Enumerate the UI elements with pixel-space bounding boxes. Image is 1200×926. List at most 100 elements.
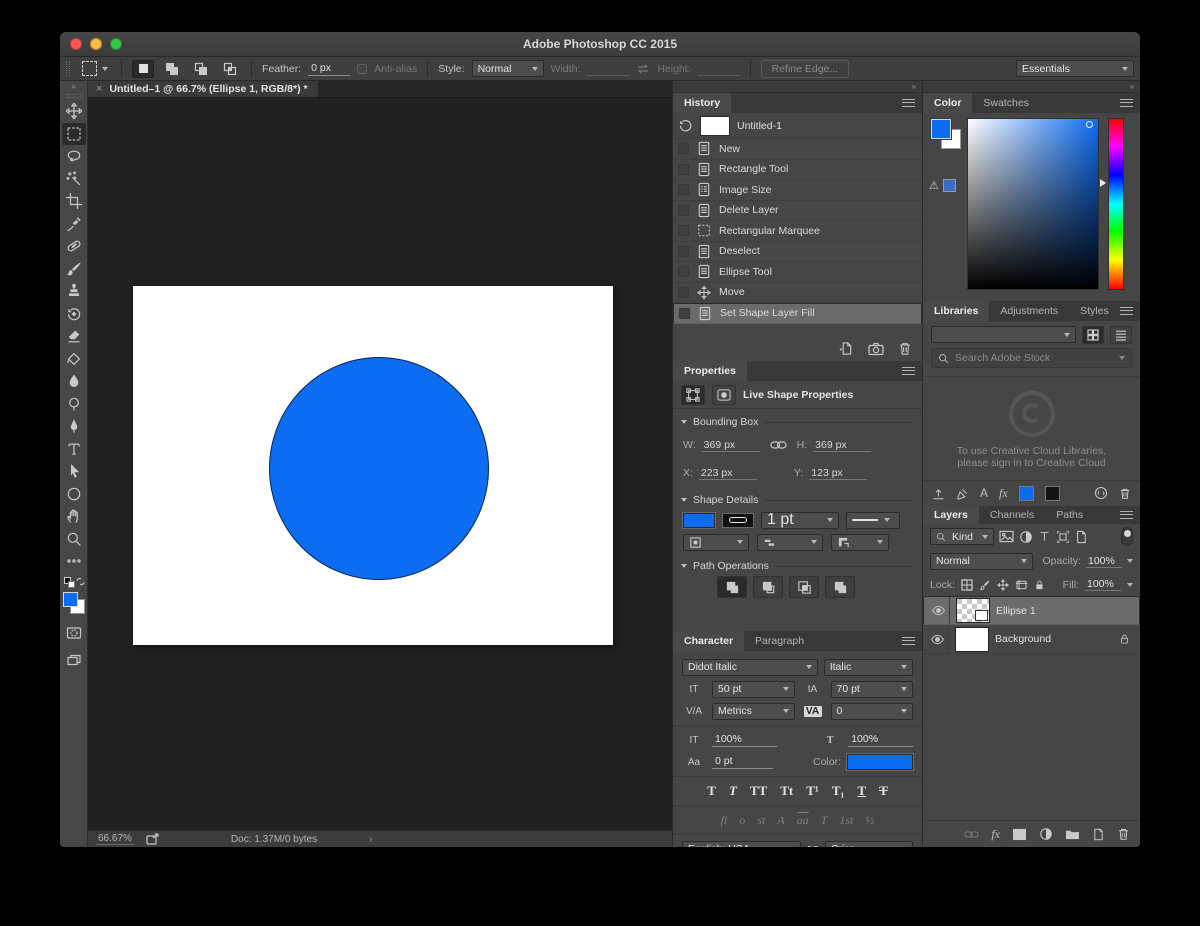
ellipse-shape-tool[interactable] <box>62 483 86 506</box>
filter-shape-layers-icon[interactable] <box>1056 530 1070 544</box>
selection-mode-new-button[interactable] <box>132 59 154 78</box>
horizontal-scale-input[interactable]: 100% <box>848 733 913 747</box>
superscript-button[interactable]: T¹ <box>806 783 819 799</box>
contextual-alternates-button[interactable]: o <box>739 813 745 828</box>
selection-mode-intersect-button[interactable] <box>219 60 241 78</box>
eraser-tool[interactable] <box>62 325 86 348</box>
path-selection-tool[interactable] <box>62 460 86 483</box>
tab-adjustments[interactable]: Adjustments <box>989 301 1069 321</box>
mask-properties-button[interactable] <box>712 384 736 405</box>
close-tab-icon[interactable]: × <box>96 83 102 95</box>
font-size-select[interactable]: 50 pt <box>712 680 795 698</box>
filter-toggle-switch[interactable] <box>1121 527 1133 546</box>
all-caps-button[interactable]: TT <box>750 783 767 799</box>
history-step[interactable]: Delete Layer <box>673 201 922 221</box>
anti-alias-select[interactable]: Crisp <box>824 840 913 847</box>
leading-select[interactable]: 70 pt <box>830 680 913 698</box>
gamut-warning[interactable]: ⚠ <box>929 179 956 192</box>
shape-details-section-header[interactable]: Shape Details <box>673 491 922 509</box>
small-caps-button[interactable]: Tt <box>780 783 793 799</box>
new-document-from-state-icon[interactable] <box>838 341 854 356</box>
combine-shapes-button[interactable] <box>717 576 747 598</box>
minimize-window-button[interactable] <box>90 38 102 50</box>
cc-sync-icon[interactable] <box>1094 486 1108 500</box>
swash-button[interactable]: A <box>777 813 784 828</box>
layer-thumbnail[interactable] <box>956 598 990 623</box>
font-style-select[interactable]: Italic <box>823 658 913 676</box>
foreground-color-swatch[interactable] <box>930 118 952 140</box>
stylistic-alternates-button[interactable]: aa <box>797 813 809 828</box>
share-icon[interactable] <box>146 833 159 845</box>
lock-transparency-icon[interactable] <box>961 578 973 591</box>
faux-italic-button[interactable]: T <box>729 783 737 799</box>
quick-mask-button[interactable] <box>62 622 86 645</box>
library-select[interactable] <box>931 326 1076 344</box>
lock-pixels-icon[interactable] <box>979 579 991 591</box>
height-value-input[interactable]: 369 px <box>813 439 872 452</box>
selection-mode-subtract-button[interactable] <box>190 60 212 78</box>
history-step[interactable]: Rectangular Marquee <box>673 221 922 242</box>
subtract-shape-button[interactable] <box>753 576 783 598</box>
filter-type-layers-icon[interactable] <box>1038 530 1051 543</box>
tab-styles[interactable]: Styles <box>1069 301 1120 321</box>
panel-menu-icon[interactable] <box>902 367 915 375</box>
ordinals-button[interactable]: 1st <box>839 813 853 828</box>
selection-mode-add-button[interactable] <box>161 60 183 78</box>
history-source-checkbox[interactable] <box>678 204 689 216</box>
baseline-shift-input[interactable]: 0 pt <box>712 755 774 769</box>
font-family-select[interactable]: Didot Italic <box>682 658 818 676</box>
vertical-scale-input[interactable]: 100% <box>712 733 777 747</box>
history-source-checkbox[interactable] <box>678 143 689 155</box>
faux-bold-button[interactable]: T <box>707 783 716 799</box>
link-layers-icon[interactable] <box>964 830 979 839</box>
canvas[interactable] <box>133 286 613 645</box>
anti-alias-checkbox[interactable] <box>357 63 368 74</box>
width-value-input[interactable]: 369 px <box>701 439 760 452</box>
add-adjustment-icon[interactable] <box>1039 827 1053 841</box>
x-value-input[interactable]: 223 px <box>698 467 757 480</box>
history-step[interactable]: Rectangle Tool <box>673 160 922 180</box>
link-dimensions-icon[interactable] <box>770 440 787 450</box>
hue-slider-marker[interactable] <box>1100 179 1106 187</box>
visibility-cell[interactable] <box>928 597 950 624</box>
zoom-level-input[interactable]: 66.67% <box>96 833 134 845</box>
edit-toolbar-button[interactable] <box>62 550 86 573</box>
gradient-tool[interactable] <box>62 348 86 371</box>
dodge-tool[interactable] <box>62 393 86 416</box>
layer-row-ellipse[interactable]: Ellipse 1 <box>923 596 1140 625</box>
panel-menu-icon[interactable] <box>902 637 915 645</box>
history-step[interactable]: New <box>673 139 922 160</box>
history-snapshot-row[interactable]: Untitled-1 <box>673 113 922 139</box>
history-brush-tool[interactable] <box>62 303 86 326</box>
canvas-pasteboard[interactable] <box>88 98 672 830</box>
trash-icon[interactable] <box>898 341 912 356</box>
quick-selection-tool[interactable] <box>62 168 86 191</box>
add-stroke-color-swatch[interactable] <box>1044 485 1060 501</box>
tab-properties[interactable]: Properties <box>673 361 747 381</box>
color-saturation-field[interactable] <box>967 118 1099 290</box>
add-layer-style-icon[interactable]: fx <box>999 486 1008 501</box>
history-source-checkbox[interactable] <box>678 225 689 237</box>
lasso-tool[interactable] <box>62 145 86 168</box>
stroke-caps-select[interactable] <box>757 533 823 551</box>
shape-fill-swatch[interactable] <box>682 511 716 529</box>
move-tool[interactable] <box>62 100 86 123</box>
zoom-window-button[interactable] <box>110 38 122 50</box>
history-step-selected[interactable]: Set Shape Layer Fill <box>673 303 922 324</box>
swap-dimensions-icon[interactable] <box>636 63 650 75</box>
tab-color[interactable]: Color <box>923 93 973 113</box>
exclude-shapes-button[interactable] <box>825 576 855 598</box>
blend-mode-select[interactable]: Normal <box>930 552 1034 570</box>
default-swap-colors[interactable] <box>63 576 85 589</box>
language-select[interactable]: English: USA <box>682 840 801 847</box>
camera-icon[interactable] <box>868 342 884 356</box>
doc-size-status[interactable]: Doc: 1.37M/0 bytes <box>231 834 317 845</box>
history-step[interactable]: Ellipse Tool <box>673 262 922 283</box>
collapse-dock-button[interactable]: » <box>673 81 922 93</box>
panel-menu-icon[interactable] <box>1120 511 1133 519</box>
history-step[interactable]: Deselect <box>673 242 922 262</box>
filter-kind-select[interactable]: Kind <box>930 528 994 545</box>
text-color-swatch[interactable] <box>846 753 914 771</box>
new-layer-icon[interactable] <box>1092 828 1105 841</box>
filter-pixel-layers-icon[interactable] <box>999 530 1014 543</box>
